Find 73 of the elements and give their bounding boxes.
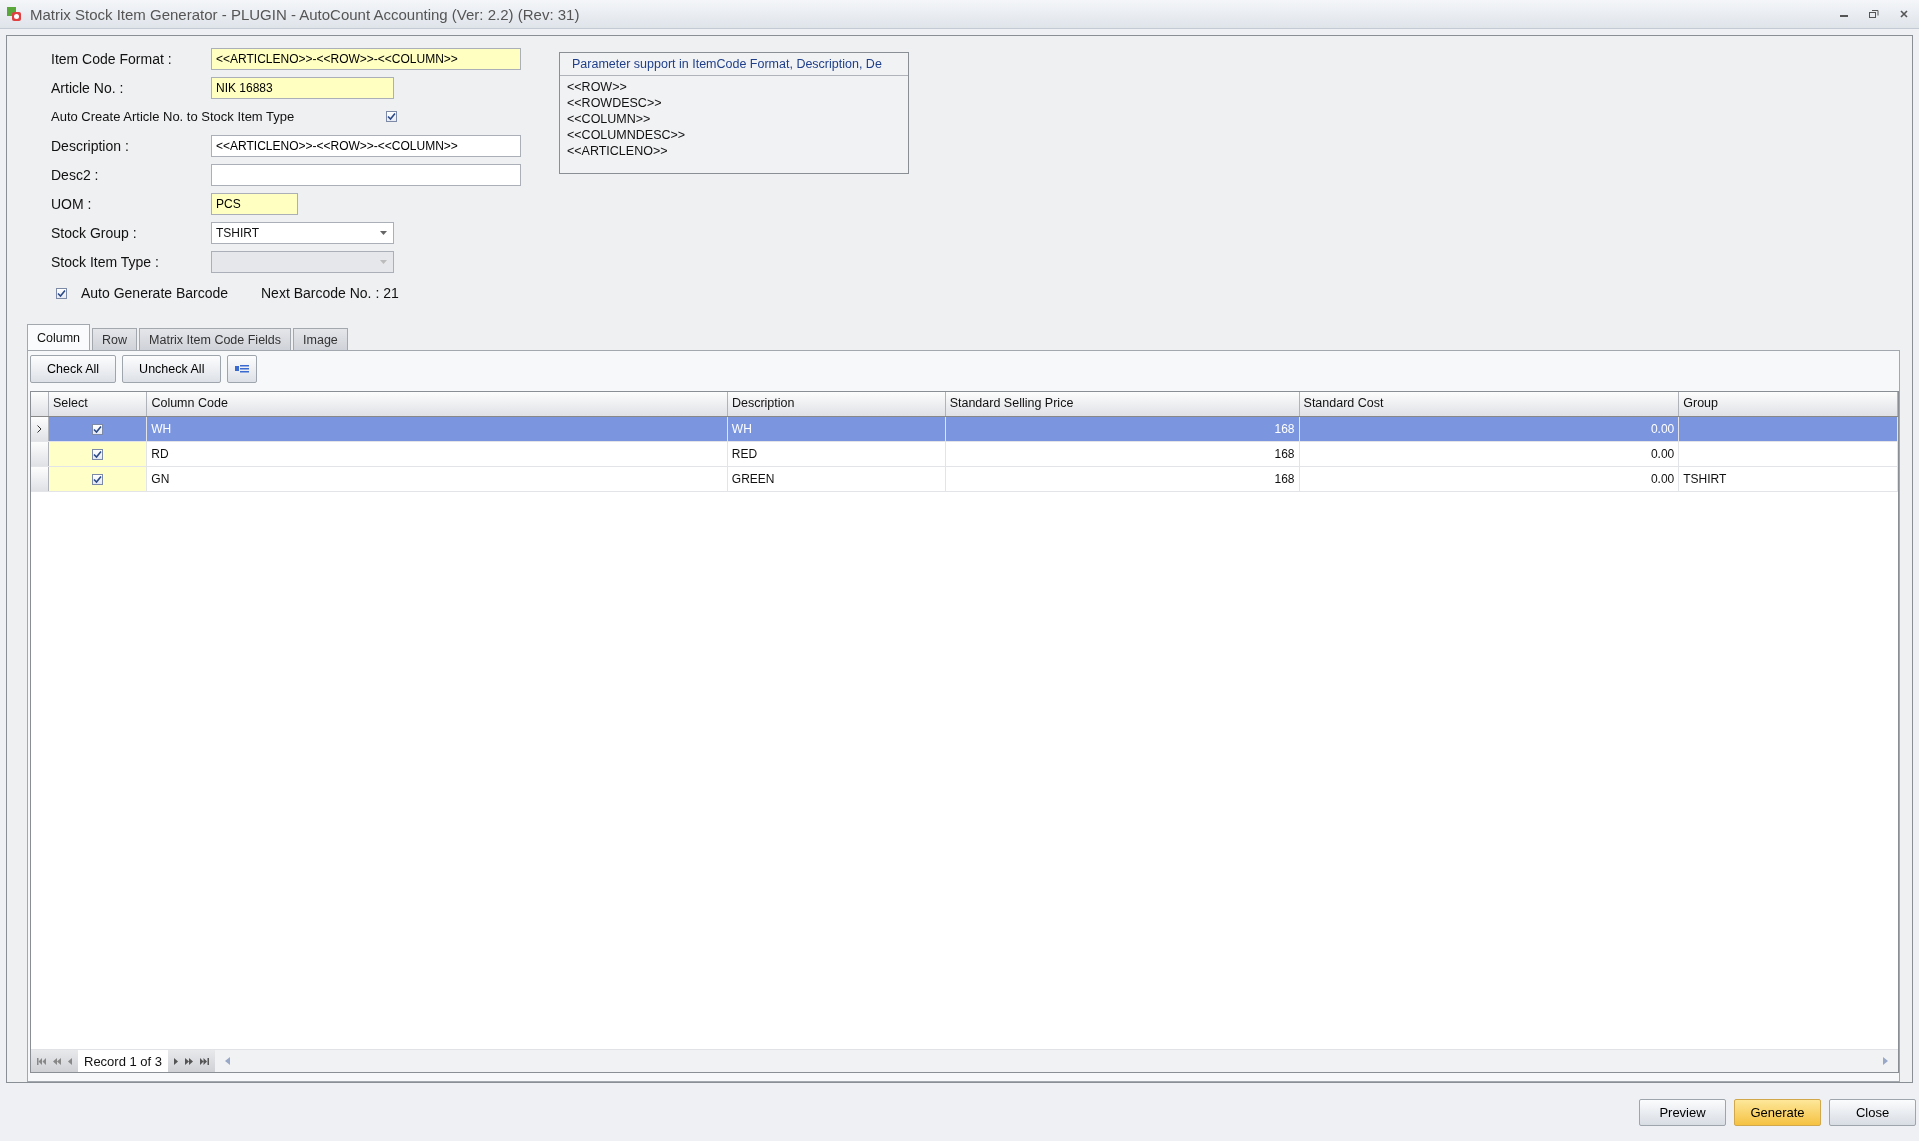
panel-title: Parameter support in ItemCode Format, Description, De — [560, 53, 908, 76]
table-cell: RED — [731, 447, 758, 461]
tab[interactable]: Row — [92, 328, 138, 350]
field-label: UOM : — [51, 195, 93, 212]
table-cell: 168 — [1274, 447, 1295, 461]
tab[interactable]: Column — [27, 324, 91, 350]
record-counter: Record 1 of 3 — [78, 1050, 169, 1072]
table-cell: RD — [151, 447, 169, 461]
parameter-item: <<ROWDESC>> — [567, 95, 663, 111]
list-icon — [235, 364, 250, 374]
field-label: Item Code Format : — [51, 50, 173, 67]
restore-icon[interactable] — [1869, 9, 1879, 19]
dropdown-caret-icon — [380, 230, 387, 235]
checkbox[interactable] — [92, 448, 104, 460]
field-label: Stock Item Type : — [51, 253, 160, 270]
column-header[interactable]: Standard Cost — [1299, 392, 1680, 416]
input-field[interactable]: <<ARTICLENO>>-<<ROW>>-<<COLUMN>> — [211, 47, 521, 70]
column-header[interactable]: Group — [1679, 392, 1898, 416]
table-row[interactable]: GN GREEN 168 0.00 TSHIRT — [31, 467, 1898, 492]
input-field[interactable]: <<ARTICLENO>>-<<ROW>>-<<COLUMN>> — [211, 134, 521, 157]
checkbox-label: Auto Create Article No. to Stock Item Type — [51, 109, 296, 124]
input-field[interactable]: PCS — [211, 192, 298, 215]
column-header[interactable]: Standard Selling Price — [945, 392, 1300, 416]
table-cell: 0.00 — [1650, 447, 1675, 461]
parameter-item: <<COLUMNDESC>> — [567, 127, 687, 143]
dialog-button[interactable]: Close — [1829, 1098, 1916, 1126]
field-label: Desc2 : — [51, 166, 100, 183]
table-cell: GN — [151, 472, 170, 486]
input-field[interactable] — [211, 163, 521, 186]
parameter-item: <<COLUMN>> — [567, 111, 652, 127]
parameter-item: <<ROW>> — [567, 79, 628, 95]
next-icon[interactable] — [174, 1057, 179, 1065]
app-icon — [6, 6, 22, 22]
table-row[interactable]: RD RED 168 0.00 — [31, 442, 1898, 467]
close-icon[interactable] — [1899, 9, 1909, 19]
checkbox[interactable] — [386, 111, 397, 122]
field-label: Article No. : — [51, 79, 125, 96]
table-cell: 168 — [1274, 472, 1295, 486]
column-header[interactable]: Description — [727, 392, 946, 416]
last-page-icon[interactable] — [200, 1057, 210, 1065]
previous-icon[interactable] — [68, 1057, 72, 1065]
dialog-button[interactable]: Preview — [1639, 1098, 1726, 1126]
current-row-icon — [36, 425, 42, 433]
table-cell: WH — [731, 422, 752, 436]
field-label: Description : — [51, 137, 130, 154]
next-barcode-text: Next Barcode No. : 21 — [261, 285, 399, 301]
dropdown[interactable]: TSHIRT — [211, 221, 394, 244]
table-cell: 0.00 — [1650, 422, 1675, 436]
checkbox[interactable] — [92, 473, 104, 485]
window-title: Matrix Stock Item Generator - PLUGIN - AutoCount Accounting (Ver: 2.2) (Rev: 31) — [30, 5, 580, 23]
toolbar-button[interactable]: Check All — [30, 355, 117, 383]
checkbox[interactable] — [56, 287, 67, 299]
previous-page-icon[interactable] — [53, 1057, 61, 1065]
first-page-icon[interactable] — [37, 1057, 46, 1065]
dropdown-caret-icon — [380, 259, 387, 264]
column-header[interactable]: Column Code — [147, 392, 728, 416]
table-cell: WH — [151, 422, 172, 436]
toolbar-button[interactable]: Uncheck All — [122, 355, 222, 383]
field-label: Stock Group : — [51, 224, 138, 241]
next-page-icon[interactable] — [185, 1057, 194, 1065]
tab[interactable]: Image — [293, 328, 348, 350]
table-cell: TSHIRT — [1683, 472, 1727, 486]
table-cell: 0.00 — [1650, 472, 1675, 486]
checkbox-label: Auto Generate Barcode — [81, 285, 230, 301]
parameter-item: <<ARTICLENO>> — [567, 143, 669, 159]
table-cell: GREEN — [731, 472, 775, 486]
table-cell: 168 — [1274, 422, 1295, 436]
tab[interactable]: Matrix Item Code Fields — [139, 328, 292, 350]
layout-button[interactable] — [227, 355, 258, 383]
column-header[interactable]: Select — [48, 392, 148, 416]
input-field[interactable]: NIK 16883 — [211, 76, 394, 99]
checkbox[interactable] — [92, 423, 104, 435]
dialog-button[interactable]: Generate — [1734, 1098, 1821, 1126]
